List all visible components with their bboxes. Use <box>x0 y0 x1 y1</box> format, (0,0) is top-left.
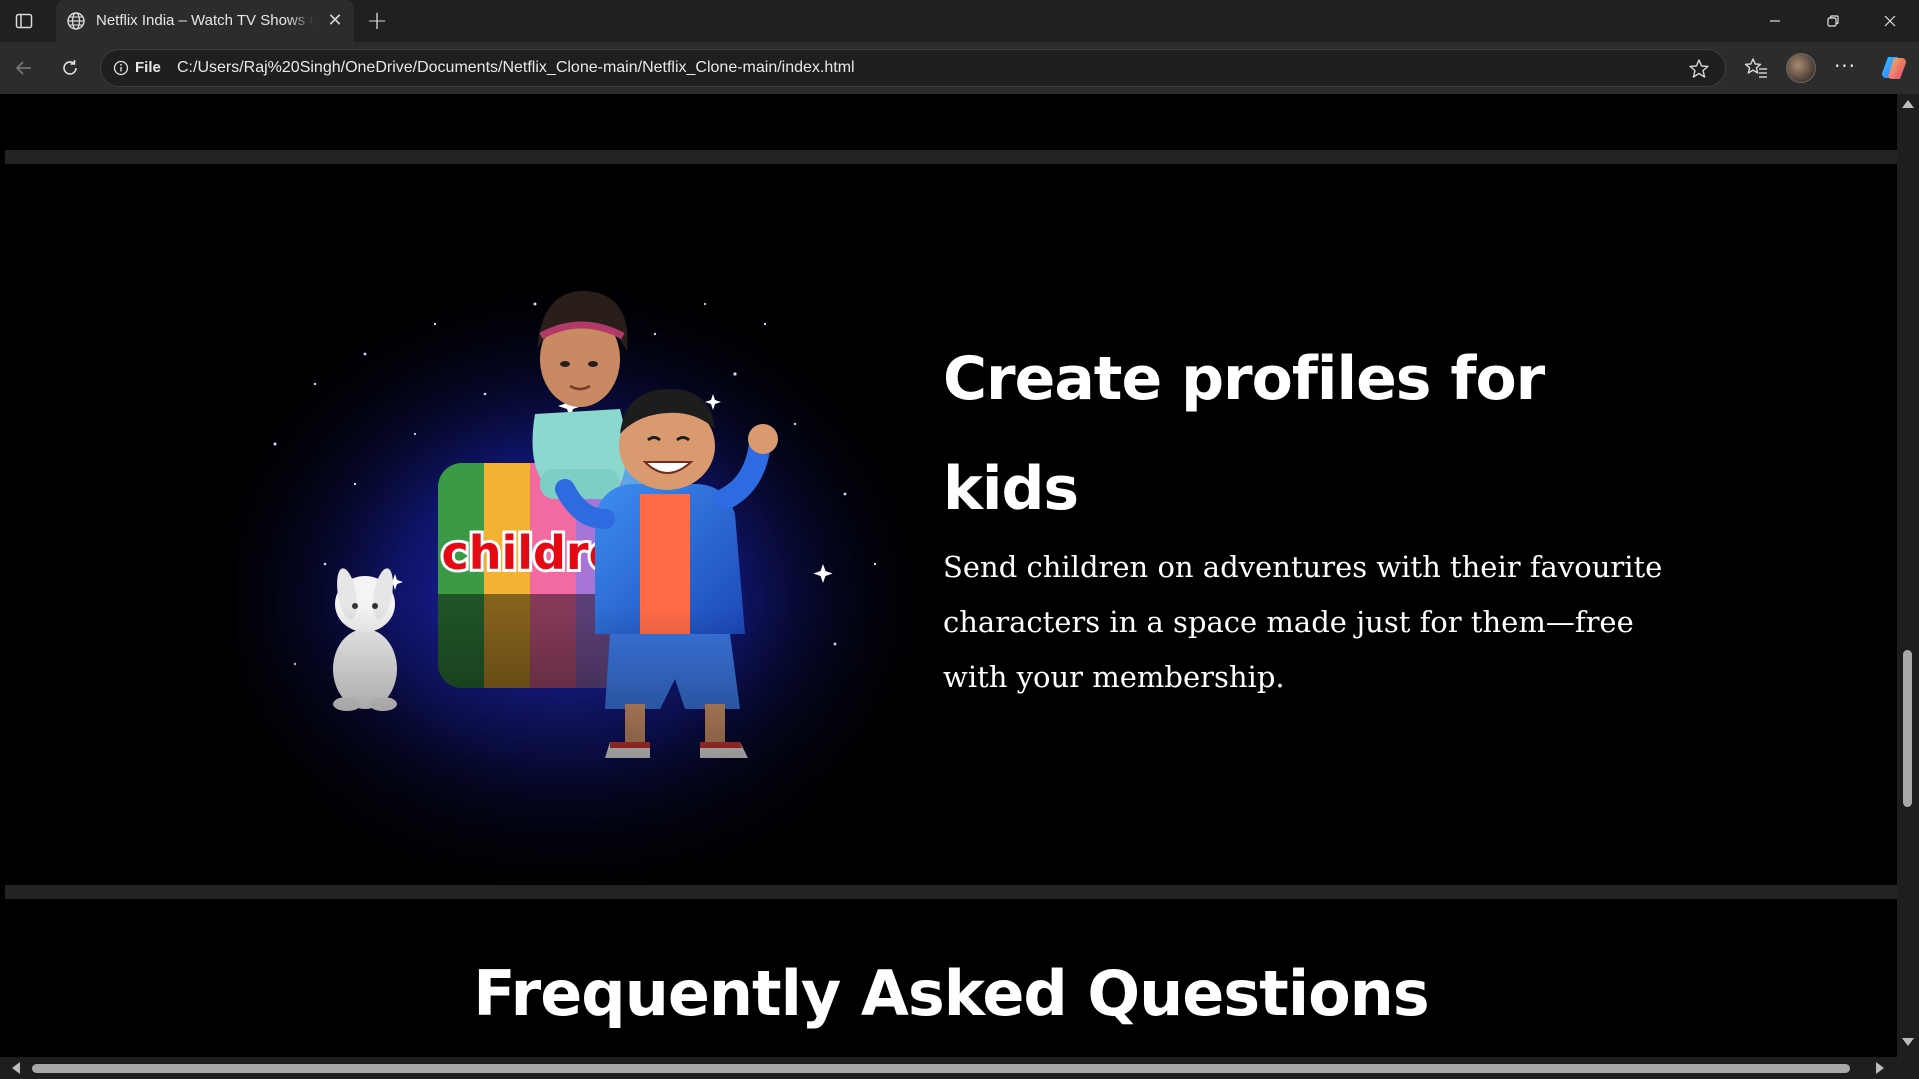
section-divider <box>5 150 1897 164</box>
favorites-icon[interactable] <box>1742 54 1770 82</box>
globe-icon <box>67 12 85 30</box>
reload-icon <box>63 60 77 75</box>
vertical-scrollbar[interactable] <box>1897 94 1919 1057</box>
minimize-icon <box>1770 20 1780 22</box>
window-close-button[interactable] <box>1861 0 1919 42</box>
browser-tab-strip: Netflix India – Watch TV Shows Online ✕ … <box>0 0 1919 42</box>
star-icon[interactable] <box>1687 57 1711 81</box>
tab-title: Netflix India – Watch TV Shows Online <box>96 12 314 29</box>
vertical-scroll-thumb[interactable] <box>1903 650 1912 807</box>
tab-close-button[interactable]: ✕ <box>324 10 346 32</box>
url-scheme-label: File <box>135 59 161 76</box>
back-button[interactable] <box>8 52 40 84</box>
info-icon[interactable] <box>113 60 129 76</box>
close-icon <box>1884 15 1896 27</box>
scroll-left-arrow-icon[interactable] <box>12 1062 20 1074</box>
kids-section-description: Send children on adventures with their f… <box>943 550 1663 694</box>
back-arrow-icon <box>15 61 31 75</box>
more-icon[interactable]: ··· <box>1830 54 1860 82</box>
horizontal-scrollbar[interactable] <box>0 1057 1919 1079</box>
profile-avatar[interactable] <box>1786 53 1816 83</box>
scroll-up-arrow-icon[interactable] <box>1902 100 1914 108</box>
restore-icon <box>1827 15 1839 27</box>
reload-button[interactable] <box>54 52 86 84</box>
page-viewport: children <box>5 94 1897 1057</box>
tab-actions-icon <box>15 13 33 29</box>
minimize-button[interactable] <box>1746 0 1804 42</box>
scroll-right-arrow-icon[interactable] <box>1876 1062 1884 1074</box>
scroll-down-arrow-icon[interactable] <box>1902 1038 1914 1046</box>
copilot-icon[interactable] <box>1878 52 1910 84</box>
address-bar[interactable]: File C:/Users/Raj%20Singh/OneDrive/Docum… <box>100 49 1726 87</box>
faq-heading: Frequently Asked Questions <box>473 957 1429 1030</box>
horizontal-scroll-thumb[interactable] <box>32 1064 1850 1073</box>
section-divider <box>5 885 1897 899</box>
kids-section-heading: Create profiles for kids <box>943 344 1545 524</box>
browser-toolbar: File C:/Users/Raj%20Singh/OneDrive/Docum… <box>0 42 1919 94</box>
browser-tab-active[interactable]: Netflix India – Watch TV Shows Online ✕ <box>56 0 354 42</box>
new-tab-button[interactable]: + <box>362 6 392 36</box>
restore-button[interactable] <box>1804 0 1862 42</box>
kids-profile-illustration: children <box>235 264 925 884</box>
url-text[interactable]: C:/Users/Raj%20Singh/OneDrive/Documents/… <box>177 59 855 77</box>
tab-actions-button[interactable] <box>8 7 40 35</box>
